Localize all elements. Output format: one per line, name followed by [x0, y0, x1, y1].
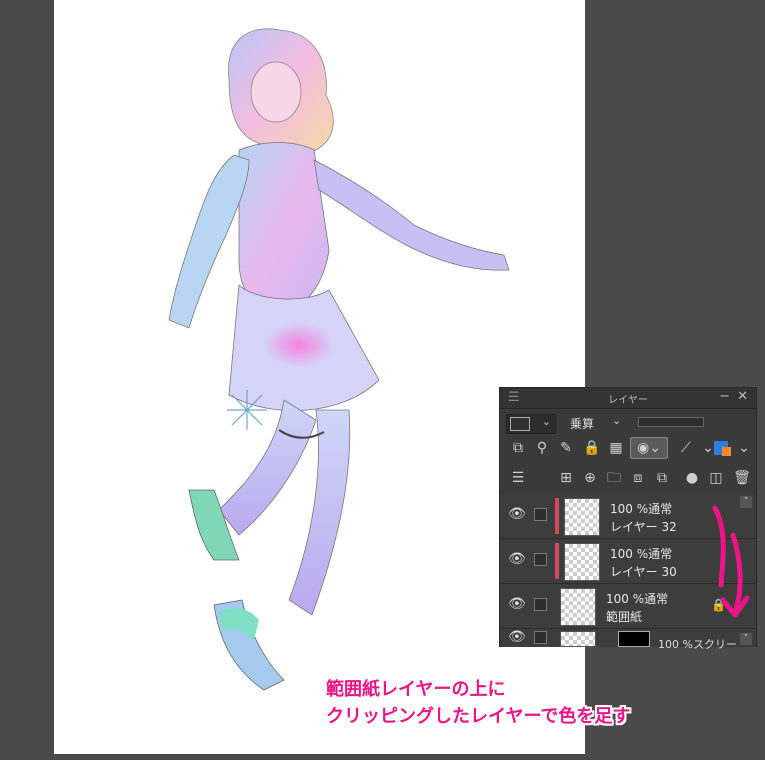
ruler-icon[interactable]: ⟋	[676, 438, 696, 458]
blend-mode-select[interactable]: 乗算	[570, 415, 594, 432]
clip-to-layer-icon[interactable]: ⧉	[508, 438, 528, 458]
layer-color-dropdown[interactable]: ⌄	[506, 414, 556, 434]
layer-row[interactable]: 👁 100 %スクリー ˅	[500, 629, 756, 651]
panel-titlebar[interactable]: ☰ レイヤー − ✕	[500, 388, 756, 409]
new-raster-layer-icon[interactable]: ⊞	[556, 468, 576, 488]
layer-opacity-mode: 100 %通常	[610, 502, 673, 516]
layer-opacity-mode: 100 %スクリー	[658, 638, 737, 651]
clipping-arrow-annotation	[712, 505, 750, 618]
close-icon[interactable]: ✕	[737, 389, 748, 404]
layer-opacity-mode: 100 %通常	[610, 547, 673, 561]
layer-mask-icon[interactable]: ●	[682, 468, 702, 488]
layer-thumbnail	[564, 498, 600, 536]
transfer-down-icon[interactable]: ⧈	[628, 468, 648, 488]
caption-line-1: 範囲紙レイヤーの上に	[326, 679, 506, 700]
eye-icon[interactable]: 👁	[508, 629, 526, 645]
lock-icon[interactable]: 🔒	[582, 438, 602, 458]
layer-thumbnail	[560, 588, 596, 626]
layer-checkbox[interactable]	[534, 598, 547, 611]
apply-mask-icon[interactable]: ◫	[706, 468, 726, 488]
new-folder-icon[interactable]: 🗀	[604, 468, 624, 488]
layer-checkbox[interactable]	[534, 508, 547, 521]
eye-icon[interactable]: 👁	[508, 506, 526, 522]
layer-opacity-mode: 100 %通常	[606, 592, 669, 606]
reference-layer-icon[interactable]: ⚲	[532, 438, 552, 458]
layer-name[interactable]: レイヤー 30	[610, 563, 677, 580]
draft-layer-icon[interactable]: ✎	[556, 438, 576, 458]
layer-thumbnail	[560, 631, 596, 647]
eye-icon[interactable]: 👁	[508, 596, 526, 612]
layer-color-swatch	[510, 417, 530, 431]
layer-thumbnail	[564, 543, 600, 581]
chevron-down-icon[interactable]: ⌄	[612, 414, 621, 427]
scroll-down-icon[interactable]: ˅	[740, 633, 752, 645]
layer-list-icon[interactable]: ☰	[508, 468, 528, 488]
chevron-down-icon: ⌄	[541, 415, 551, 428]
caption-line-2: クリッピングしたレイヤーで色を足す	[326, 706, 631, 727]
layer-checkbox[interactable]	[534, 553, 547, 566]
mask-enable-icon[interactable]: ◉⌄	[630, 437, 668, 459]
combine-down-icon[interactable]: ⧉	[652, 468, 672, 488]
eye-icon[interactable]: 👁	[508, 551, 526, 567]
layer-name[interactable]: 範囲紙	[606, 608, 642, 625]
clip-indicator	[555, 543, 559, 579]
minimize-icon[interactable]: −	[719, 389, 730, 404]
opacity-slider[interactable]	[638, 417, 704, 427]
sub-color-icon[interactable]	[722, 447, 731, 456]
layer-mask-thumbnail	[618, 631, 650, 647]
color-dropdown-icon[interactable]: ⌄	[734, 438, 754, 458]
layer-name[interactable]: レイヤー 32	[610, 518, 677, 535]
new-vector-layer-icon[interactable]: ⊕	[580, 468, 600, 488]
delete-layer-icon[interactable]: 🗑	[732, 468, 752, 488]
layer-checkbox[interactable]	[534, 631, 547, 644]
lock-transparency-icon[interactable]: ▦	[606, 438, 626, 458]
panel-title: レイヤー	[608, 395, 648, 406]
clip-indicator	[555, 498, 559, 534]
